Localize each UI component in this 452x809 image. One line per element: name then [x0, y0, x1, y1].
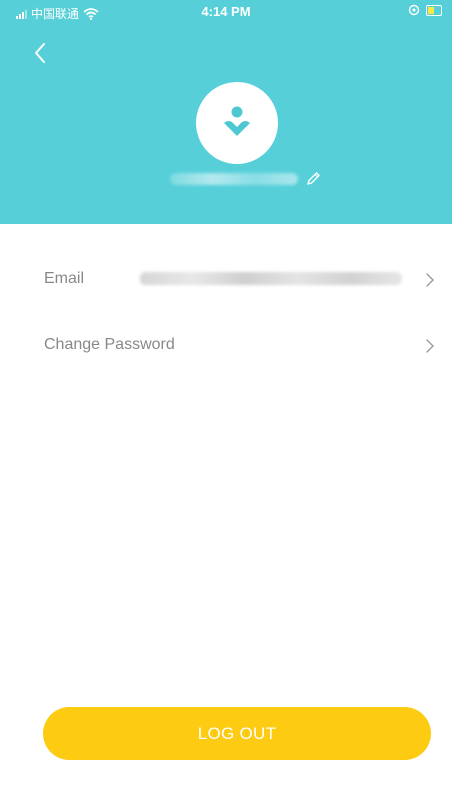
username-hidden: [170, 173, 298, 185]
profile-header: 中国联通 4:14 PM: [0, 0, 452, 224]
back-button[interactable]: [28, 36, 56, 68]
battery-charging-icon: [426, 4, 442, 16]
location-lock-icon: [408, 4, 420, 16]
email-row[interactable]: Email: [0, 255, 452, 305]
account-screen: 中国联通 4:14 PM Email Change Password LOG O…: [0, 0, 452, 809]
email-value-hidden: [140, 272, 402, 285]
status-right: [408, 4, 442, 16]
user-avatar-icon: [224, 106, 250, 136]
change-password-row[interactable]: Change Password: [0, 321, 452, 371]
chevron-right-icon: [426, 339, 434, 353]
pencil-icon[interactable]: [304, 170, 322, 188]
username-row: [164, 170, 334, 188]
chevron-right-icon: [426, 273, 434, 287]
avatar[interactable]: [196, 82, 278, 164]
status-bar: 中国联通 4:14 PM: [0, 0, 452, 24]
logout-button[interactable]: LOG OUT: [43, 707, 431, 760]
change-password-label: Change Password: [44, 336, 175, 353]
email-label: Email: [44, 270, 85, 287]
status-time: 4:14 PM: [201, 4, 251, 19]
chevron-left-icon: [35, 43, 45, 63]
